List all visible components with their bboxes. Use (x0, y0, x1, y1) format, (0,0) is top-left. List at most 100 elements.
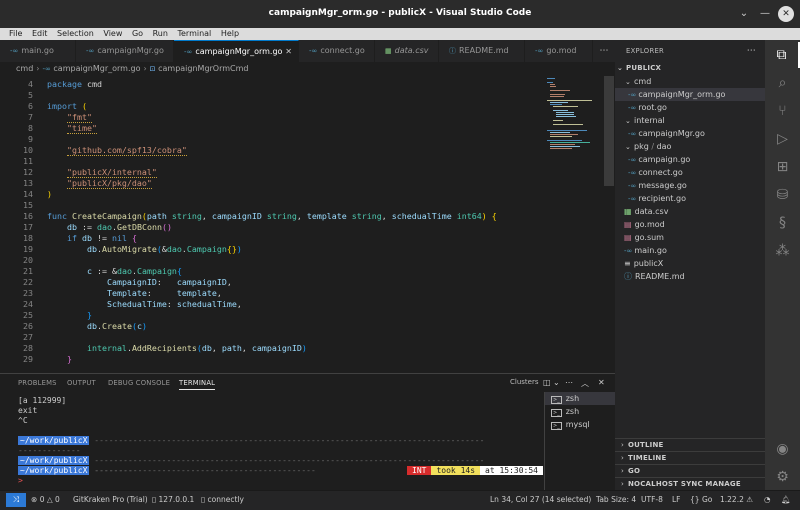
gitkraken-icon[interactable]: ⁂ (765, 238, 800, 264)
menu-help[interactable]: Help (221, 28, 239, 38)
tree-file-campaignmgr-orm-go[interactable]: -∞ campaignMgr_orm.go (615, 88, 765, 101)
section-go[interactable]: › GO (615, 464, 765, 477)
explorer-sidebar: EXPLORER ⋯ ⌄ PUBLICX ⌄ cmd -∞ campaignMgr_o… (615, 40, 765, 490)
tab-go-mod[interactable]: -∞ go.mod (525, 40, 593, 62)
database-icon[interactable]: ⛁ (765, 182, 800, 208)
section-nocalhost-sync[interactable]: › NOCALHOST SYNC MANAGE (615, 477, 765, 490)
tree-file-connect-go[interactable]: -∞ connect.go (615, 166, 765, 179)
terminal-icon: >_ (551, 422, 562, 430)
tab-data-csv[interactable]: ▦ data.csv (375, 40, 439, 62)
chevron-up-icon[interactable]: ︿ (581, 378, 589, 389)
menu-view[interactable]: View (103, 28, 122, 38)
menu-selection[interactable]: Selection (57, 28, 94, 38)
tree-file-readme-md[interactable]: ⓘ README.md (615, 270, 765, 283)
minimize-icon[interactable]: — (757, 6, 773, 22)
source-control-icon[interactable]: ⑂ (765, 98, 800, 124)
terminal-prompt-line: ~/work/publicX -------------------------… (18, 466, 543, 476)
menu-run[interactable]: Run (153, 28, 168, 38)
tree-folder-internal[interactable]: ⌄ internal (615, 114, 765, 127)
eol[interactable]: LF (672, 493, 681, 507)
editor-tabs: -∞ main.go -∞ campaignMgr.go -∞ campaignMgr… (0, 40, 615, 62)
tab-output[interactable]: OUTPUT (67, 379, 96, 387)
tree-folder-cmd[interactable]: ⌄ cmd (615, 75, 765, 88)
notifications-icon[interactable]: 🔔︎ (781, 493, 791, 507)
tree-file-go-sum[interactable]: ▤ go.sum (615, 231, 765, 244)
breadcrumb-file[interactable]: campaignMgr_orm.go (53, 64, 140, 73)
close-icon[interactable]: ✕ (778, 6, 794, 22)
chevron-down-icon[interactable]: ⌄ (736, 6, 752, 22)
tree-file-go-mod[interactable]: ▤ go.mod (615, 218, 765, 231)
tab-terminal[interactable]: TERMINAL (179, 379, 216, 390)
encoding[interactable]: UTF-8 (641, 493, 663, 507)
terminal-item-mysql[interactable]: >_ mysql (545, 418, 615, 431)
menu-edit[interactable]: Edit (32, 28, 48, 38)
go-icon: -∞ (628, 104, 637, 112)
account-status-icon[interactable]: ◔ (764, 493, 771, 507)
clusters-label[interactable]: Clusters (510, 378, 539, 386)
go-icon: -∞ (628, 169, 637, 177)
gitkraken-status[interactable]: GitKraken Pro (Trial) (73, 493, 148, 507)
connectly-status[interactable]: ▯ connectly (201, 493, 244, 507)
split-terminal-icon[interactable]: ◫ (543, 378, 551, 387)
go-version[interactable]: 1.22.2 ⚠ (720, 493, 753, 507)
tree-file-campaign-go[interactable]: -∞ campaign.go (615, 153, 765, 166)
terminal-output[interactable]: [a 112999] exit ^C ~/work/publicX ------… (18, 396, 543, 491)
tree-folder-pkg-dao[interactable]: ⌄ pkg / dao (615, 140, 765, 153)
more-actions-icon[interactable]: ⋯ (565, 378, 573, 387)
extensions-icon[interactable]: ⊞ (765, 154, 800, 180)
terminal-input-line[interactable]: > (18, 476, 543, 486)
go-icon: -∞ (628, 130, 637, 138)
tree-file-data-csv[interactable]: ▦ data.csv (615, 205, 765, 218)
terminal-item-zsh[interactable]: >_ zsh (545, 405, 615, 418)
account-icon[interactable]: ◉ (765, 436, 800, 462)
tab-campaignmgr-go[interactable]: -∞ campaignMgr.go (76, 40, 174, 62)
chevron-right-icon: › (621, 467, 624, 475)
tree-file-message-go[interactable]: -∞ message.go (615, 179, 765, 192)
editor-scrollbar[interactable] (604, 76, 614, 186)
db-status[interactable]: ▯ 127.0.0.1 (152, 493, 194, 507)
more-actions-icon[interactable]: ⋯ (593, 40, 615, 62)
code-line: 26 db.Create(c) (23, 321, 147, 331)
tree-file-root-go[interactable]: -∞ root.go (615, 101, 765, 114)
info-icon: ⓘ (624, 272, 632, 281)
close-panel-icon[interactable]: ✕ (598, 378, 605, 387)
tree-file-main-go[interactable]: -∞ main.go (615, 244, 765, 257)
tab-main-go[interactable]: -∞ main.go (0, 40, 76, 62)
tree-file-publicx[interactable]: ≡ publicX (615, 257, 765, 270)
minimap[interactable] (545, 76, 605, 370)
section-timeline[interactable]: › TIMELINE (615, 451, 765, 464)
breadcrumb-symbol[interactable]: campaignMgrOrmCmd (158, 64, 248, 73)
cursor-position[interactable]: Ln 34, Col 27 (14 selected) (490, 493, 591, 507)
problems-status[interactable]: ⊗ 0 △ 0 (31, 493, 60, 507)
menu-go[interactable]: Go (132, 28, 143, 38)
more-actions-icon[interactable]: ⋯ (747, 40, 756, 62)
terminal-item-zsh[interactable]: >_ zsh (545, 392, 615, 405)
menu-file[interactable]: File (9, 28, 22, 38)
tree-file-campaignmgr-go[interactable]: -∞ campaignMgr.go (615, 127, 765, 140)
breadcrumb-folder[interactable]: cmd (16, 64, 33, 73)
tab-problems[interactable]: PROBLEMS (18, 379, 57, 387)
code-line: 29 } (23, 354, 72, 364)
search-icon[interactable]: ⌕ (765, 70, 800, 96)
tab-size[interactable]: Tab Size: 4 (596, 493, 636, 507)
tab-connect-go[interactable]: -∞ connect.go (299, 40, 375, 62)
chevron-down-icon[interactable]: ⌄ (553, 378, 560, 387)
tab-debug-console[interactable]: DEBUG CONSOLE (108, 379, 170, 387)
tab-label: go.mod (546, 46, 577, 55)
section-outline[interactable]: › OUTLINE (615, 438, 765, 451)
menu-terminal[interactable]: Terminal (177, 28, 211, 38)
settings-gear-icon[interactable]: ⚙ (765, 464, 800, 490)
tab-campaignmgr-orm-go[interactable]: -∞ campaignMgr_orm.go ✕ (174, 40, 299, 62)
explorer-files-icon[interactable]: ⧉ (765, 42, 800, 68)
remote-icon[interactable]: ⤨ (6, 493, 26, 507)
explorer-root[interactable]: ⌄ PUBLICX (615, 62, 765, 75)
tab-readme-md[interactable]: ⓘ README.md (439, 40, 525, 62)
chevron-down-icon: ⌄ (617, 64, 624, 72)
language-mode[interactable]: {} Go (690, 493, 712, 507)
nocalhost-icon[interactable]: § (765, 210, 800, 236)
code-editor[interactable]: 4 package cmd 5 6 import ( 7 "fmt" 8 "time… (0, 76, 615, 370)
code-line: 19 db.AutoMigrate(&dao.Campaign{}) (23, 244, 242, 254)
tree-file-recipient-go[interactable]: -∞ recipient.go (615, 192, 765, 205)
close-tab-icon[interactable]: ✕ (285, 41, 292, 63)
run-debug-icon[interactable]: ▷ (765, 126, 800, 152)
